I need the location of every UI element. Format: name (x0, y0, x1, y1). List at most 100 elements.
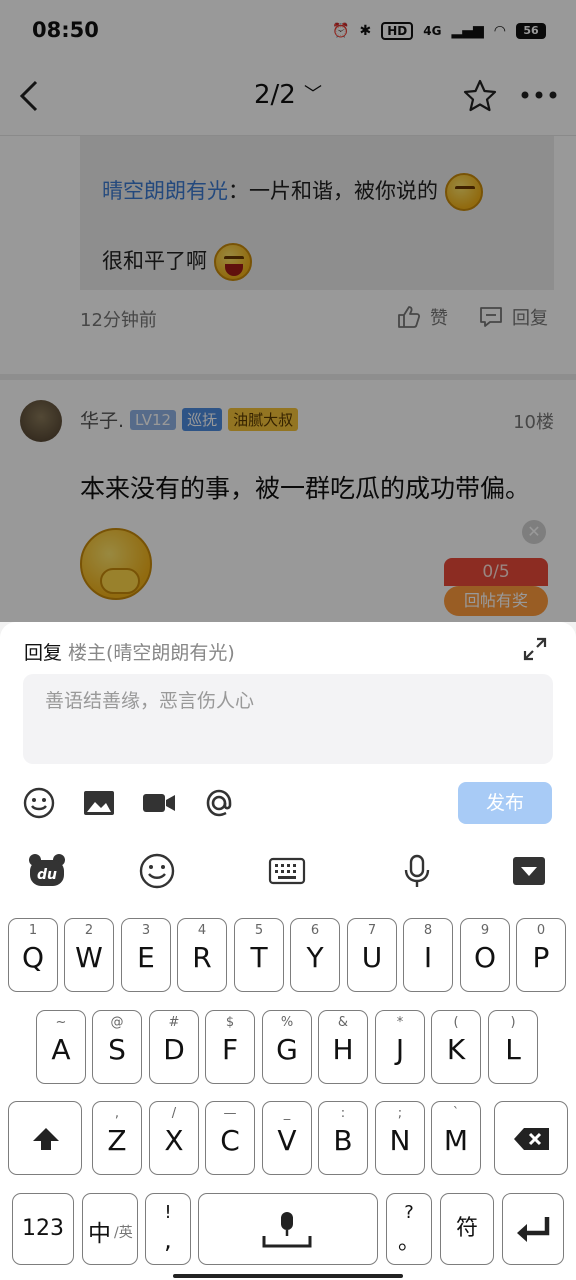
key-a[interactable]: ~ A (36, 1010, 86, 1084)
key-hint: % (280, 1015, 294, 1030)
key-label: M (443, 1124, 469, 1157)
video-icon[interactable] (142, 786, 176, 820)
key-f[interactable]: $ F (205, 1010, 255, 1084)
reply-header: 回复 楼主(晴空朗朗有光) (24, 638, 235, 665)
key-label: T (250, 941, 268, 974)
key-label: E (137, 941, 155, 974)
key-label: U (361, 941, 383, 974)
key-label: O (473, 941, 497, 974)
punct-bottom: , (164, 1226, 172, 1254)
dim-overlay[interactable] (0, 0, 576, 622)
key-hint: , (114, 1106, 120, 1121)
key-g[interactable]: % G (262, 1010, 312, 1084)
key-label: V (277, 1124, 297, 1157)
key-l[interactable]: ) L (488, 1010, 538, 1084)
key-hint: 0 (536, 923, 546, 938)
key-i[interactable]: 8I (403, 918, 453, 992)
microphone-icon[interactable] (398, 852, 436, 890)
reply-tools (22, 786, 236, 820)
key-x[interactable]: / X (149, 1101, 199, 1175)
key-hint: 6 (310, 923, 320, 938)
space-voice-icon (262, 1212, 312, 1248)
language-switch-key[interactable]: 中 /英 (82, 1193, 138, 1265)
svg-text:du: du (37, 867, 57, 883)
key-label: I (423, 941, 433, 974)
emoji-icon[interactable] (22, 786, 56, 820)
key-w[interactable]: 2W (64, 918, 114, 992)
punctuation-key-2[interactable]: ? 。 (386, 1193, 432, 1265)
symbol-key[interactable]: 符 (440, 1193, 494, 1265)
language-main-label: 中 (88, 1221, 111, 1247)
enter-icon (517, 1217, 550, 1242)
key-hint: * (396, 1015, 404, 1030)
space-key[interactable] (198, 1193, 378, 1265)
key-r[interactable]: 4R (177, 918, 227, 992)
shift-icon (33, 1128, 59, 1150)
reply-input[interactable]: 善语结善缘，恶言伤人心 (23, 674, 553, 764)
hide-keyboard-icon[interactable] (510, 852, 548, 890)
punctuation-key[interactable]: ! , (145, 1193, 191, 1265)
key-b[interactable]: :B (318, 1101, 368, 1175)
key-label: S (108, 1033, 126, 1066)
key-hint: 9 (480, 923, 490, 938)
enter-key[interactable] (502, 1193, 564, 1265)
expand-icon[interactable] (522, 636, 548, 662)
key-h[interactable]: & H (318, 1010, 368, 1084)
key-label: N (389, 1124, 411, 1157)
keyboard-layout-icon[interactable] (268, 852, 306, 890)
key-label: P (532, 941, 550, 974)
keyboard-emoji-icon[interactable] (138, 852, 176, 890)
key-label: X (164, 1124, 184, 1157)
key-v[interactable]: _ V (262, 1101, 312, 1175)
key-n[interactable]: ; N (375, 1101, 425, 1175)
numeric-key[interactable]: 123 (12, 1193, 74, 1265)
key-label: W (75, 941, 103, 974)
key-hint: ~ (55, 1015, 67, 1030)
key-hint: ( (453, 1015, 459, 1030)
key-s[interactable]: @ S (92, 1010, 142, 1084)
key-hint: : (340, 1106, 346, 1121)
key-hint: 4 (197, 923, 207, 938)
key-label: J (395, 1033, 405, 1066)
key-label: G (276, 1033, 298, 1066)
punct2-bottom: 。 (397, 1230, 420, 1255)
key-label: L (505, 1033, 521, 1066)
key-hint: — (223, 1106, 237, 1121)
key-e[interactable]: 3E (121, 918, 171, 992)
key-label: H (332, 1033, 354, 1066)
key-label: A (51, 1033, 71, 1066)
at-icon[interactable] (202, 786, 236, 820)
key-y[interactable]: 6Y (290, 918, 340, 992)
key-q[interactable]: 1Q (8, 918, 58, 992)
key-hint: ; (397, 1106, 403, 1121)
key-hint: 3 (141, 923, 151, 938)
backspace-key[interactable] (494, 1101, 568, 1175)
keyboard-toolbar: du (0, 838, 576, 904)
key-d[interactable]: # D (149, 1010, 199, 1084)
key-label: B (333, 1124, 353, 1157)
image-icon[interactable] (82, 786, 116, 820)
key-o[interactable]: 9O (460, 918, 510, 992)
key-k[interactable]: (K (431, 1010, 481, 1084)
key-p[interactable]: 0P (516, 918, 566, 992)
key-z[interactable]: ,Z (92, 1101, 142, 1175)
backspace-icon (514, 1128, 549, 1150)
reply-panel: 回复 楼主(晴空朗朗有光) 善语结善缘，恶言伤人心 发布 (0, 622, 576, 838)
key-label: Q (21, 941, 45, 974)
reply-target: 楼主(晴空朗朗有光) (68, 642, 235, 664)
reply-header-label: 回复 (24, 642, 63, 664)
key-u[interactable]: 7U (347, 918, 397, 992)
publish-button[interactable]: 发布 (458, 782, 552, 824)
key-c[interactable]: — C (205, 1101, 255, 1175)
key-j[interactable]: * J (375, 1010, 425, 1084)
key-label: Y (306, 941, 324, 974)
language-sub-label: /英 (114, 1225, 133, 1241)
home-indicator[interactable] (173, 1274, 403, 1278)
key-hint: 5 (254, 923, 264, 938)
shift-key[interactable] (8, 1101, 82, 1175)
key-t[interactable]: 5T (234, 918, 284, 992)
key-m[interactable]: ` M (431, 1101, 481, 1175)
key-hint: 8 (423, 923, 433, 938)
key-label: K (446, 1033, 466, 1066)
baidu-input-logo-icon[interactable]: du (28, 852, 66, 890)
